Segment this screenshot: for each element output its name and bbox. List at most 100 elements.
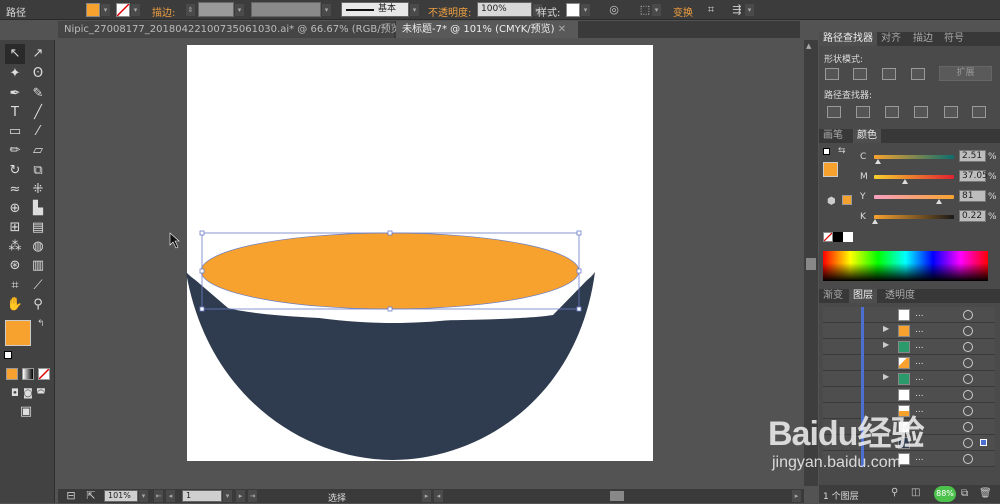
channel-m-value[interactable]: 37.05 (959, 170, 988, 182)
direct-selection-tool-icon[interactable]: ↗ (28, 44, 48, 64)
gradient-tool-icon[interactable]: ▤ (28, 218, 48, 238)
none-swatch[interactable] (823, 232, 833, 242)
gamut-color-swatch[interactable] (842, 195, 852, 205)
tab-layers[interactable]: 图层 (849, 289, 877, 303)
perspective-grid-tool-icon[interactable]: ▙ (28, 199, 48, 219)
zoom-dropdown[interactable]: ▾ (139, 490, 148, 502)
artwork-canvas[interactable] (58, 40, 804, 489)
layer-row[interactable]: ▶... (823, 339, 995, 355)
target-icon[interactable] (963, 374, 973, 384)
artboard-nav-icon[interactable]: ⊟ (64, 489, 78, 503)
selection-handle[interactable] (199, 306, 205, 312)
tab-gradient[interactable]: 渐变 (819, 289, 847, 303)
zoom-input[interactable]: 101% (104, 490, 138, 502)
tab-symbols[interactable]: 符号 (940, 32, 968, 46)
tab-transparency[interactable]: 透明度 (881, 289, 919, 303)
intersect-icon[interactable] (882, 68, 896, 80)
rotate-tool-icon[interactable]: ↻ (5, 161, 25, 181)
minus-front-icon[interactable] (853, 68, 867, 80)
arrange-dropdown[interactable]: ▾ (745, 4, 754, 16)
selection-handle[interactable] (199, 230, 205, 236)
target-icon[interactable] (963, 390, 973, 400)
default-fill-stroke-icon[interactable] (823, 148, 830, 155)
target-icon[interactable] (963, 406, 973, 416)
status-menu-button[interactable]: ▸ (422, 490, 431, 502)
type-tool-icon[interactable]: T (5, 103, 25, 123)
layer-row[interactable]: ▶... (823, 371, 995, 387)
crop-icon[interactable] (914, 106, 928, 118)
locate-object-icon[interactable]: ⚲ (891, 487, 898, 498)
white-swatch[interactable] (843, 232, 853, 242)
artboard-number-input[interactable]: 1 (182, 490, 222, 502)
width-tool-icon[interactable]: ≈ (5, 180, 25, 200)
pencil-tool-icon[interactable]: ✏ (5, 141, 25, 161)
rectangle-tool-icon[interactable]: ▭ (5, 122, 25, 142)
align-dropdown[interactable]: ▾ (652, 4, 661, 16)
transform-link[interactable]: 变换 (673, 4, 693, 19)
align-selection-icon[interactable]: ⬚ (638, 3, 652, 17)
swap-fill-stroke-icon[interactable]: ⇆ (838, 146, 846, 156)
draw-inside-icon[interactable]: ◚ (31, 384, 51, 404)
soup-ellipse[interactable] (200, 232, 580, 310)
divide-icon[interactable] (827, 106, 841, 118)
blend-tool-icon[interactable]: ◍ (28, 237, 48, 257)
exclude-icon[interactable] (911, 68, 925, 80)
paintbrush-tool-icon[interactable]: ⁄ (28, 122, 48, 142)
selection-handle[interactable] (387, 306, 393, 312)
channel-m-slider[interactable] (874, 175, 954, 179)
tab-color[interactable]: 颜色 (853, 129, 881, 143)
layer-row[interactable]: ... (823, 355, 995, 371)
line-tool-icon[interactable]: ╱ (28, 103, 48, 123)
channel-c-value[interactable]: 2.51 (959, 150, 986, 162)
zoom-tool-icon[interactable]: ⚲ (28, 295, 48, 315)
stroke-weight-stepper[interactable]: ⇕ (186, 4, 195, 16)
graphic-style-dropdown[interactable]: ▾ (581, 4, 590, 16)
expand-arrow-icon[interactable]: ▶ (883, 340, 889, 349)
target-icon[interactable] (963, 438, 973, 448)
selection-handle[interactable] (576, 306, 582, 312)
opacity-input[interactable]: 100% (477, 2, 532, 17)
stroke-weight-dropdown[interactable]: ▾ (235, 4, 244, 16)
none-mode-icon[interactable] (38, 368, 50, 380)
symbol-sprayer-tool-icon[interactable]: ⊛ (5, 256, 25, 276)
tab-brushes[interactable]: 画笔 (819, 129, 847, 143)
unite-icon[interactable] (825, 68, 839, 80)
pen-tool-icon[interactable]: ✒ (5, 84, 25, 104)
screen-mode-icon[interactable]: ▣ (16, 402, 36, 422)
color-mode-icon[interactable] (6, 368, 18, 380)
graphic-style-swatch[interactable] (566, 3, 580, 17)
trim-icon[interactable] (856, 106, 870, 118)
channel-k-slider[interactable] (874, 215, 954, 219)
merge-icon[interactable] (885, 106, 899, 118)
black-swatch[interactable] (833, 232, 843, 242)
new-layer-icon[interactable]: ⧉ (961, 488, 968, 499)
eyedropper-tool-icon[interactable]: ⁂ (5, 237, 25, 257)
target-icon[interactable] (963, 310, 973, 320)
brush-dropdown[interactable]: ▾ (410, 4, 419, 16)
artboard-number-dropdown[interactable]: ▾ (223, 490, 232, 502)
channel-y-value[interactable]: 81 (959, 190, 986, 202)
channel-m-thumb[interactable] (902, 179, 908, 184)
isolate-icon[interactable]: ⌗ (704, 3, 718, 17)
stroke-weight-input[interactable] (198, 2, 234, 17)
selection-handle[interactable] (387, 230, 393, 236)
shape-builder-tool-icon[interactable]: ⊕ (5, 199, 25, 219)
target-icon[interactable] (963, 326, 973, 336)
tab-stroke[interactable]: 描边 (909, 32, 937, 46)
recolor-icon[interactable]: ◎ (607, 3, 621, 17)
expand-arrow-icon[interactable]: ▶ (883, 372, 889, 381)
stroke-swatch[interactable] (116, 3, 130, 17)
target-icon[interactable] (963, 422, 973, 432)
scroll-thumb[interactable] (806, 258, 816, 270)
selection-handle[interactable] (576, 268, 582, 274)
selection-tool-icon[interactable]: ↖ (5, 44, 25, 64)
fill-swatch[interactable] (86, 3, 100, 17)
scroll-right-arrow[interactable]: ▸ (792, 490, 801, 502)
color-fill-box[interactable] (823, 162, 838, 177)
hand-tool-icon[interactable]: ✋ (5, 295, 25, 315)
channel-y-thumb[interactable] (936, 199, 942, 204)
scroll-up-arrow[interactable]: ▲ (806, 42, 816, 50)
layer-row[interactable]: ▶... (823, 323, 995, 339)
delete-layer-icon[interactable]: 🗑 (979, 488, 992, 499)
color-spectrum[interactable] (823, 251, 988, 281)
